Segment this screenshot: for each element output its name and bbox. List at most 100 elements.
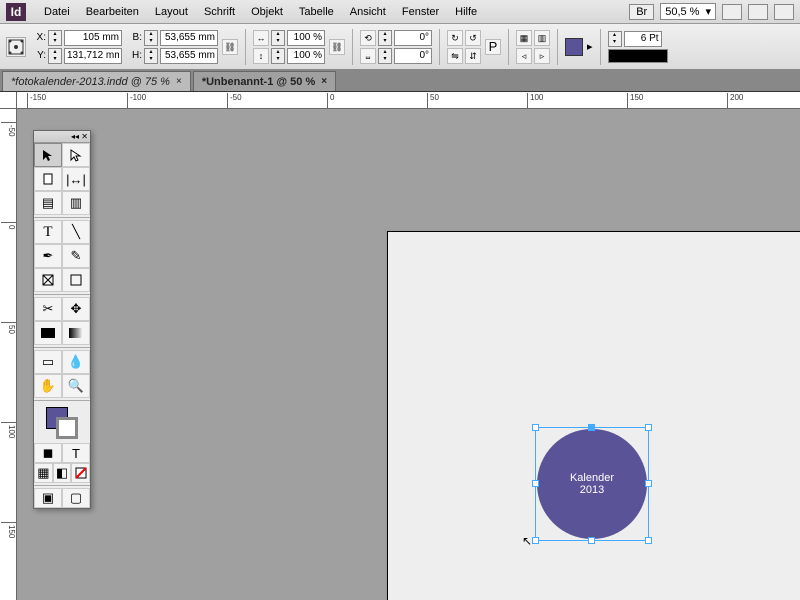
free-transform-tool[interactable]: ✥ (62, 297, 90, 321)
ruler-vertical[interactable]: -50 0 50 100 150 (0, 92, 17, 600)
paragraph-icon[interactable]: P (485, 39, 501, 55)
selection-tool[interactable] (34, 143, 62, 167)
select-container-icon[interactable]: ▦ (516, 30, 532, 46)
x-stepper[interactable]: ▴▾ (48, 30, 62, 46)
close-icon[interactable]: × (176, 76, 182, 87)
view-mode-preview[interactable]: ▢ (62, 488, 90, 508)
menu-objekt[interactable]: Objekt (243, 6, 291, 18)
chevron-down-icon: ▾ (705, 5, 711, 18)
gradient-swatch-tool[interactable] (34, 321, 62, 345)
rotate-stepper[interactable]: ▴▾ (378, 30, 392, 46)
stroke-color[interactable] (56, 417, 78, 439)
type-tool[interactable]: T (34, 220, 62, 244)
scaley-stepper[interactable]: ▴▾ (271, 48, 285, 64)
canvas[interactable]: Kalender 2013 ↖ (17, 109, 800, 600)
h-stepper[interactable]: ▴▾ (144, 48, 158, 64)
direct-selection-tool[interactable] (62, 143, 90, 167)
tab-fotokalender[interactable]: *fotokalender-2013.indd @ 75 % × (2, 71, 191, 91)
menu-bearbeiten[interactable]: Bearbeiten (78, 6, 147, 18)
apply-text-icon[interactable]: T (62, 443, 90, 463)
rectangle-frame-tool[interactable] (34, 268, 62, 292)
w-input[interactable] (160, 30, 218, 46)
rectangle-tool[interactable] (62, 268, 90, 292)
zoom-select[interactable]: 50,5 %▾ (660, 3, 716, 20)
w-stepper[interactable]: ▴▾ (144, 30, 158, 46)
toolbox-header[interactable]: ◂◂ ✕ (34, 131, 90, 143)
reference-point-icon[interactable] (6, 37, 26, 57)
menu-tabelle[interactable]: Tabelle (291, 6, 342, 18)
flip-h-icon[interactable]: ⇋ (447, 48, 463, 64)
menu-layout[interactable]: Layout (147, 6, 196, 18)
screen-mode-icon[interactable] (722, 4, 742, 20)
fill-stroke-swatches[interactable] (34, 403, 90, 443)
scale-x-input[interactable] (287, 30, 325, 46)
ruler-horizontal[interactable]: -150 -100 -50 0 50 100 150 200 (17, 92, 800, 109)
y-stepper[interactable]: ▴▾ (48, 48, 62, 64)
handle-bl[interactable] (532, 537, 539, 544)
handle-bm[interactable] (588, 537, 595, 544)
menu-hilfe[interactable]: Hilfe (447, 6, 485, 18)
gradient-feather-tool[interactable] (62, 321, 90, 345)
tab-label: *fotokalender-2013.indd @ 75 % (11, 76, 170, 88)
stroke-weight-input[interactable] (624, 31, 662, 47)
rotate-cw-icon[interactable]: ↻ (447, 30, 463, 46)
note-tool[interactable]: ▭ (34, 350, 62, 374)
eyedropper-tool[interactable]: 💧 (62, 350, 90, 374)
page-tool[interactable] (34, 167, 62, 191)
swatch-dropdown-icon[interactable]: ▸ (587, 40, 593, 53)
handle-tr[interactable] (645, 424, 652, 431)
toolbox[interactable]: ◂◂ ✕ |↔| ▤ ▥ T ╲ ✒ ✎ ✂ ✥ ▭ 💧 ✋ 🔍 ◼ T (33, 130, 91, 509)
y-input[interactable] (64, 48, 122, 64)
handle-tl[interactable] (532, 424, 539, 431)
select-next-icon[interactable]: ▹ (534, 48, 550, 64)
select-content-icon[interactable]: ▥ (534, 30, 550, 46)
handle-tm[interactable] (588, 424, 595, 431)
fill-swatch[interactable] (565, 38, 583, 56)
shear-stepper[interactable]: ▴▾ (378, 48, 392, 64)
select-prev-icon[interactable]: ◃ (516, 48, 532, 64)
gap-tool[interactable]: |↔| (62, 167, 90, 191)
apply-color-icon[interactable]: ◼ (34, 443, 62, 463)
stroke-style-select[interactable] (608, 49, 668, 63)
apply-none-icon[interactable] (71, 463, 90, 483)
constrain-wh-icon[interactable]: ⛓ (222, 39, 238, 55)
ruler-origin[interactable] (0, 92, 17, 109)
view-mode-normal[interactable]: ▣ (34, 488, 62, 508)
content-collector-tool[interactable]: ▤ (34, 191, 62, 215)
rotate-ccw-icon[interactable]: ↺ (465, 30, 481, 46)
apply-gradient-icon[interactable]: ◧ (53, 463, 72, 483)
menu-bar: Id Datei Bearbeiten Layout Schrift Objek… (0, 0, 800, 24)
formatting-container-icon[interactable]: ▦ (34, 463, 53, 483)
arrange-icon[interactable] (748, 4, 768, 20)
content-placer-tool[interactable]: ▥ (62, 191, 90, 215)
stroke-stepper[interactable]: ▴▾ (608, 31, 622, 47)
close-icon[interactable]: × (321, 76, 327, 87)
handle-mr[interactable] (645, 480, 652, 487)
workspace-icon[interactable] (774, 4, 794, 20)
hand-tool[interactable]: ✋ (34, 374, 62, 398)
menu-datei[interactable]: Datei (36, 6, 78, 18)
rotate-input[interactable] (394, 30, 432, 46)
menu-ansicht[interactable]: Ansicht (342, 6, 394, 18)
menu-fenster[interactable]: Fenster (394, 6, 447, 18)
tab-unbenannt[interactable]: *Unbenannt-1 @ 50 %× (193, 71, 336, 91)
menu-schrift[interactable]: Schrift (196, 6, 243, 18)
h-input[interactable] (160, 48, 218, 64)
handle-br[interactable] (645, 537, 652, 544)
scissors-tool[interactable]: ✂ (34, 297, 62, 321)
pencil-tool[interactable]: ✎ (62, 244, 90, 268)
line-tool[interactable]: ╲ (62, 220, 90, 244)
x-input[interactable] (64, 30, 122, 46)
shear-input[interactable] (394, 48, 432, 64)
constrain-scale-icon[interactable]: ⛓ (329, 39, 345, 55)
bridge-button[interactable]: Br (629, 4, 654, 20)
page[interactable] (387, 231, 800, 600)
scalex-stepper[interactable]: ▴▾ (271, 30, 285, 46)
scale-y-input[interactable] (287, 48, 325, 64)
zoom-tool[interactable]: 🔍 (62, 374, 90, 398)
handle-ml[interactable] (532, 480, 539, 487)
shear-icon: ⧢ (360, 48, 376, 64)
pen-tool[interactable]: ✒ (34, 244, 62, 268)
flip-v-icon[interactable]: ⇵ (465, 48, 481, 64)
selected-object[interactable]: Kalender 2013 (537, 429, 647, 539)
